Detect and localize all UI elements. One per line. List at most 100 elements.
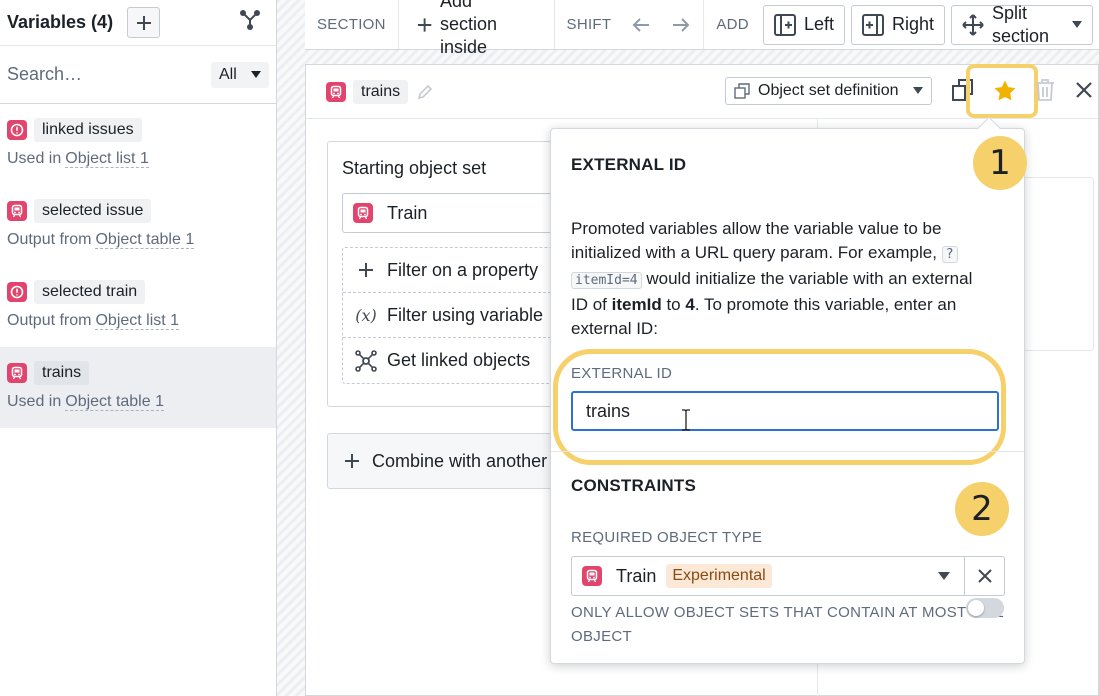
plus-icon	[136, 15, 151, 30]
train-icon	[326, 81, 346, 102]
caret-down-icon	[251, 70, 261, 78]
graph-icon[interactable]	[239, 9, 261, 36]
sidebar-search-row: Search… All	[0, 46, 276, 104]
required-object-type-value: Train	[616, 565, 657, 586]
starting-object-set-card: Starting object set Train Filter on a pr…	[327, 141, 567, 407]
text-cursor-icon	[679, 409, 693, 436]
only-allow-label: ONLY ALLOW OBJECT SETS THAT CONTAIN AT M…	[571, 601, 1004, 649]
single-object-toggle[interactable]	[966, 598, 1004, 618]
caret-down-icon	[913, 87, 923, 94]
clear-object-type-button[interactable]	[964, 556, 1005, 596]
variable-item-selected-train[interactable]: selected train Output from Object list 1	[0, 266, 276, 347]
variable-item-linked-issues[interactable]: linked issues Used in Object list 1	[0, 104, 276, 185]
external-id-input[interactable]: trains	[571, 391, 999, 431]
desc-bold: itemId	[611, 295, 662, 314]
external-id-label: EXTERNAL ID	[571, 365, 673, 382]
op-label: Filter using variable	[387, 304, 544, 325]
train-icon	[582, 566, 602, 586]
desc-part: to	[666, 295, 681, 314]
object-type-select[interactable]: Train	[342, 193, 552, 233]
add-column-left-icon	[773, 13, 796, 36]
link-nodes-icon	[355, 349, 377, 372]
get-linked-objects-button[interactable]: Get linked objects	[343, 338, 551, 383]
alert-icon	[7, 120, 27, 140]
variable-meta-link[interactable]: Object list 1	[95, 312, 180, 330]
variable-item-trains[interactable]: trains Used in Object table 1	[0, 347, 276, 428]
add-right-label: Right	[891, 14, 934, 34]
variable-meta: Output from	[7, 312, 92, 329]
arrow-right-icon[interactable]	[671, 17, 691, 33]
split-line1: Split	[992, 2, 1028, 23]
split-icon	[962, 13, 984, 36]
arrow-left-icon[interactable]	[631, 17, 651, 33]
variable-meta: Used in	[7, 393, 62, 410]
split-line2: section	[992, 25, 1050, 46]
add-right-button[interactable]: Right	[850, 4, 945, 45]
add-left-button[interactable]: Left	[762, 4, 845, 45]
add-column-right-icon	[861, 13, 884, 36]
train-icon	[7, 201, 27, 221]
code-example: itemId=4	[571, 272, 642, 289]
variable-meta-link[interactable]: Object table 1	[95, 231, 195, 249]
only-allow-line2: OBJECT	[571, 628, 632, 645]
alert-icon	[7, 282, 27, 302]
layout-toolbar: SECTION Add section inside SHIFT ADD Left…	[305, 0, 1099, 57]
train-icon	[353, 203, 373, 223]
only-allow-line1: ONLY ALLOW OBJECT SETS THAT CONTAIN AT M…	[571, 604, 1005, 621]
desc-part: Promoted variables allow the variable va…	[571, 219, 942, 262]
variable-icon: (x)	[355, 305, 377, 325]
add-section-line2: inside	[440, 37, 488, 57]
edit-pencil-icon[interactable]	[416, 83, 434, 101]
add-variable-button[interactable]	[127, 7, 161, 38]
search-input[interactable]: Search…	[7, 64, 211, 85]
plus-icon	[345, 454, 359, 468]
filter-variable-button[interactable]: (x) Filter using variable	[343, 293, 551, 338]
callout-badge-2: 2	[955, 482, 1009, 536]
variable-meta-link[interactable]: Object table 1	[65, 393, 164, 411]
desc-bold: 4	[685, 295, 695, 314]
caret-down-icon	[938, 572, 950, 580]
promote-variable-popover: EXTERNAL ID Promoted variables allow the…	[550, 116, 1025, 664]
variables-sidebar: Variables (4) Search… All linked issues …	[0, 0, 277, 696]
starting-set-title: Starting object set	[342, 158, 487, 178]
combine-button[interactable]: Combine with another	[327, 433, 567, 489]
plus-icon	[355, 262, 377, 278]
object-type-label: Train	[387, 202, 428, 223]
section-label: SECTION	[317, 16, 386, 33]
divider	[551, 451, 1024, 452]
add-label: ADD	[716, 16, 749, 33]
variable-name: selected train	[34, 280, 146, 304]
variable-item-selected-issue[interactable]: selected issue Output from Object table 1	[0, 185, 276, 266]
combine-label: Combine with another	[372, 450, 548, 471]
variable-name: linked issues	[34, 118, 142, 142]
add-section-line1: Add section	[440, 0, 498, 34]
variable-meta: Used in	[7, 150, 62, 167]
close-icon	[977, 569, 992, 583]
sidebar-title: Variables (4)	[7, 12, 114, 32]
variable-meta-link[interactable]: Object list 1	[65, 150, 149, 168]
experimental-tag: Experimental	[666, 564, 772, 588]
variable-name: trains	[34, 361, 90, 385]
operations-list: Filter on a property (x) Filter using va…	[342, 247, 552, 384]
split-section-dropdown[interactable]: Split section	[951, 2, 1093, 46]
variable-meta: Output from	[7, 231, 92, 248]
definition-select[interactable]: Object set definition	[725, 77, 932, 105]
external-id-value: trains	[586, 400, 631, 421]
trash-icon[interactable]	[1035, 79, 1055, 101]
filter-property-button[interactable]: Filter on a property	[343, 248, 551, 293]
close-icon[interactable]	[1076, 82, 1092, 98]
definition-select-label: Object set definition	[758, 82, 899, 99]
external-id-heading: EXTERNAL ID	[571, 155, 687, 174]
caret-down-icon	[1072, 20, 1082, 28]
star-highlight	[966, 64, 1038, 118]
external-id-description: Promoted variables allow the variable va…	[571, 217, 991, 341]
required-object-type-select[interactable]: Train Experimental	[571, 556, 965, 596]
filter-label: All	[219, 65, 237, 83]
callout-badge-1: 1	[973, 136, 1027, 190]
train-icon	[7, 363, 27, 383]
filter-dropdown[interactable]: All	[211, 61, 269, 88]
constraints-heading: CONSTRAINTS	[571, 476, 696, 495]
code-query: ?	[941, 246, 958, 263]
duplicate-icon	[734, 83, 750, 99]
add-section-inside-button[interactable]: Add section inside	[407, 0, 540, 59]
